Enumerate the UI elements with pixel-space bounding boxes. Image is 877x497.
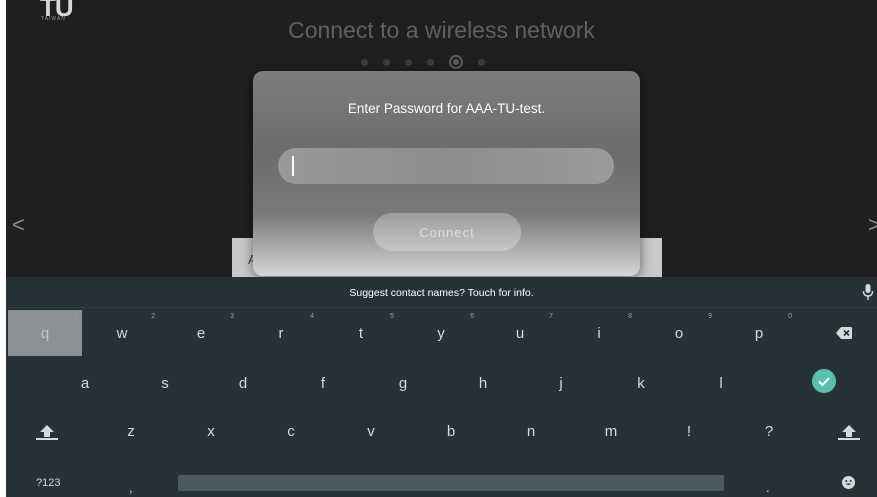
- text-cursor: [292, 156, 294, 176]
- key-c[interactable]: c: [254, 408, 328, 454]
- key-r[interactable]: r4: [244, 310, 318, 356]
- key-e[interactable]: e3: [164, 310, 238, 356]
- spacebar[interactable]: [178, 475, 724, 491]
- step-dot: [405, 58, 412, 66]
- shift-underline: [36, 438, 58, 440]
- key-y[interactable]: y6: [404, 310, 478, 356]
- key-g[interactable]: g: [366, 360, 440, 406]
- screen: TU TAIWAN Connect to a wireless network …: [6, 0, 877, 497]
- key-i[interactable]: i8: [562, 310, 636, 356]
- step-dot-active: [449, 55, 463, 69]
- suggestion-text[interactable]: Suggest contact names? Touch for info.: [6, 287, 877, 299]
- shift-underline: [838, 438, 860, 440]
- key-d[interactable]: d: [206, 360, 280, 406]
- dialog-title: Enter Password for AAA-TU-test.: [347, 101, 546, 116]
- comma-key[interactable]: ,: [129, 480, 133, 495]
- key-f[interactable]: f: [286, 360, 360, 406]
- shift-icon: [40, 425, 54, 437]
- previous-arrow-icon[interactable]: <: [12, 214, 25, 236]
- key-o[interactable]: o9: [642, 310, 716, 356]
- period-key[interactable]: .: [766, 480, 770, 495]
- key-k[interactable]: k: [604, 360, 678, 406]
- key-m[interactable]: m: [574, 408, 648, 454]
- connect-button[interactable]: Connect: [373, 213, 521, 251]
- key-u[interactable]: u7: [483, 310, 557, 356]
- password-input[interactable]: [278, 148, 614, 184]
- step-dot: [427, 58, 434, 66]
- key-exclamation[interactable]: !: [652, 408, 726, 454]
- page-title: Connect to a wireless network: [288, 17, 595, 43]
- key-w[interactable]: w2: [85, 310, 159, 356]
- key-n[interactable]: n: [494, 408, 568, 454]
- shift-icon: [842, 425, 856, 437]
- emoji-key[interactable]: [842, 476, 855, 489]
- next-arrow-icon[interactable]: >: [868, 214, 877, 236]
- step-dot: [383, 58, 390, 66]
- key-l[interactable]: l: [684, 360, 758, 406]
- step-dot: [361, 58, 368, 66]
- suggestion-bar[interactable]: Suggest contact names? Touch for info.: [6, 277, 877, 308]
- key-s[interactable]: s: [128, 360, 202, 406]
- emoji-icon: [845, 480, 852, 485]
- on-screen-keyboard: Suggest contact names? Touch for info. q…: [6, 277, 877, 497]
- key-h[interactable]: h: [446, 360, 520, 406]
- key-z[interactable]: z: [94, 408, 168, 454]
- password-dialog: Enter Password for AAA-TU-test. Connect: [253, 71, 640, 276]
- step-indicator: [361, 55, 485, 69]
- shift-key-right[interactable]: [812, 408, 877, 454]
- enter-key[interactable]: [812, 369, 836, 393]
- key-t[interactable]: t5: [324, 310, 398, 356]
- key-q[interactable]: q1: [8, 310, 82, 356]
- key-a[interactable]: a: [48, 360, 122, 406]
- mic-icon[interactable]: [862, 283, 874, 301]
- backspace-key[interactable]: [806, 310, 877, 356]
- backspace-icon: [836, 327, 852, 339]
- shift-key-left[interactable]: [10, 408, 84, 454]
- key-j[interactable]: j: [524, 360, 598, 406]
- key-p[interactable]: p0: [722, 310, 796, 356]
- step-dot: [478, 58, 485, 66]
- symbols-key[interactable]: ?123: [36, 477, 60, 489]
- key-question[interactable]: ?: [732, 408, 806, 454]
- key-x[interactable]: x: [174, 408, 248, 454]
- key-b[interactable]: b: [414, 408, 488, 454]
- check-icon: [818, 377, 830, 387]
- key-v[interactable]: v: [334, 408, 408, 454]
